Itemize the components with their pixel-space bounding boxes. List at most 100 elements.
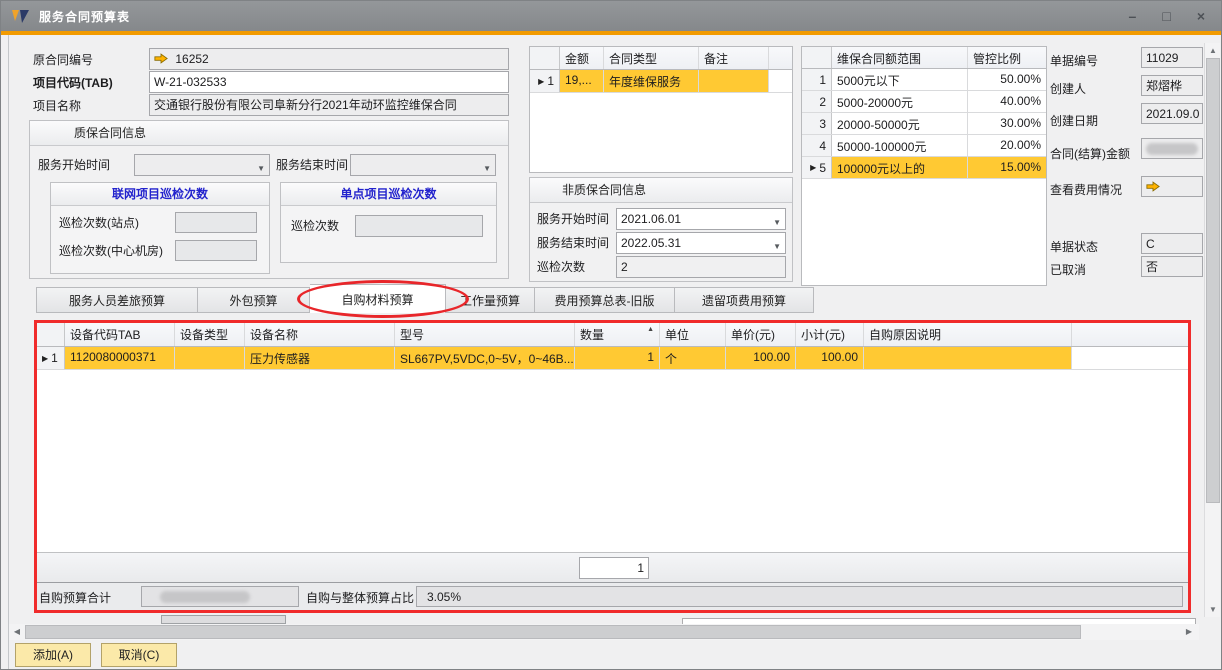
model-col-header[interactable]: 型号 — [395, 323, 575, 346]
code-cell[interactable]: 1120080000371 — [65, 347, 175, 369]
ratio-row[interactable]: 2 5000-20000元 40.00% — [802, 91, 1046, 113]
scroll-up-icon[interactable]: ▲ — [1205, 43, 1221, 58]
type-col-header[interactable]: 设备类型 — [175, 323, 245, 346]
project-code-label: 项目代码(TAB) — [33, 73, 113, 93]
unit-cell[interactable]: 个 — [660, 347, 726, 369]
budget-tabs: 服务人员差旅预算 外包预算 自购材料预算 工作量预算 费用预算总表-旧版 遗留项… — [36, 287, 814, 313]
contract-amount-field — [1141, 138, 1203, 159]
amount-col-header[interactable]: 金额 — [560, 47, 604, 69]
view-cost-label: 查看费用情况 — [1050, 180, 1122, 200]
view-cost-arrow-icon[interactable] — [1146, 179, 1160, 197]
nw-count-label: 巡检次数 — [537, 257, 585, 277]
range-col-header[interactable]: 维保合同额范围 — [832, 47, 968, 68]
qty-col-header[interactable]: 数量 ▲ — [575, 323, 660, 346]
chevron-down-icon[interactable]: ▼ — [483, 160, 491, 176]
name-cell[interactable]: 压力传感器 — [245, 347, 395, 369]
row-marker-icon: ▶ — [810, 163, 816, 172]
name-col-header[interactable]: 设备名称 — [245, 323, 395, 346]
warranty-group: 质保合同信息 服务开始时间 ▼ 服务结束时间 ▼ 联网项目巡检次数 巡检次数(站… — [29, 120, 509, 279]
reason-cell[interactable] — [864, 347, 1072, 369]
project-name-field: 交通银行股份有限公司阜新分行2021年动环监控维保合同 — [149, 94, 509, 116]
unit-col-header[interactable]: 单位 — [660, 323, 726, 346]
material-row[interactable]: ▶ 1 1120080000371 压力传感器 SL667PV,5VDC,0~5… — [37, 347, 1188, 370]
status-field: C — [1141, 233, 1203, 254]
nav-arrow-icon[interactable] — [154, 51, 168, 69]
scroll-left-icon[interactable]: ◀ — [9, 624, 25, 640]
amount-grid: 金额 合同类型 备注 ▶ 1 19,... 年度维保服务 — [529, 46, 793, 173]
amount-grid-corner — [530, 47, 560, 69]
network-field2-input — [175, 240, 257, 261]
nw-count-field: 2 — [616, 256, 786, 278]
warranty-end-dropdown[interactable]: ▼ — [350, 154, 496, 176]
ratio-row[interactable]: 4 50000-100000元 20.00% — [802, 135, 1046, 157]
note-cell[interactable] — [699, 70, 769, 92]
vertical-scroll-thumb[interactable] — [1206, 58, 1220, 503]
nw-end-dropdown[interactable]: 2022.05.31 ▼ — [616, 232, 786, 254]
single-field1-input — [355, 215, 483, 237]
orig-contract-label: 原合同编号 — [33, 50, 93, 70]
non-warranty-title: 非质保合同信息 — [530, 178, 792, 203]
type-cell[interactable]: 年度维保服务 — [604, 70, 699, 92]
nw-end-label: 服务结束时间 — [537, 233, 609, 253]
ratio-row[interactable]: 3 20000-50000元 30.00% — [802, 113, 1046, 135]
amount-grid-row[interactable]: ▶ 1 19,... 年度维保服务 — [530, 70, 792, 93]
qty-cell[interactable]: 1 — [575, 347, 660, 369]
view-cost-link[interactable] — [1141, 176, 1203, 197]
nw-start-label: 服务开始时间 — [537, 209, 609, 229]
maximize-icon[interactable]: □ — [1162, 9, 1170, 23]
redacted-value — [160, 591, 250, 603]
record-count-field[interactable]: 1 — [579, 557, 649, 579]
tab-travel-budget[interactable]: 服务人员差旅预算 — [36, 287, 198, 313]
scroll-down-icon[interactable]: ▼ — [1205, 602, 1221, 617]
price-col-header[interactable]: 单价(元) — [726, 323, 796, 346]
single-inspection-title: 单点项目巡检次数 — [281, 183, 496, 206]
type-col-header[interactable]: 合同类型 — [604, 47, 699, 69]
price-cell[interactable]: 100.00 — [726, 347, 796, 369]
project-code-field[interactable]: W-21-032533 — [149, 71, 509, 93]
network-field1-input — [175, 212, 257, 233]
model-cell[interactable]: SL667PV,5VDC,0~5V，0~46B... — [395, 347, 575, 369]
amount-cell[interactable]: 19,... — [560, 70, 604, 92]
accent-bar — [1, 31, 1222, 35]
network-field2-label: 巡检次数(中心机房) — [59, 241, 163, 261]
chevron-down-icon[interactable]: ▼ — [773, 214, 781, 230]
scroll-right-icon[interactable]: ▶ — [1181, 624, 1197, 640]
reason-col-header[interactable]: 自购原因说明 — [864, 323, 1072, 346]
orig-contract-field[interactable]: 16252 — [149, 48, 509, 70]
ratio-grid: 维保合同额范围 管控比例 1 5000元以下 50.00% 2 5000-200… — [801, 46, 1047, 286]
contract-amount-label: 合同(结算)金额 — [1050, 144, 1130, 164]
ratio-row-selected[interactable]: ▶ 5 100000元以上的 15.00% — [802, 157, 1046, 179]
ratio-col-header[interactable]: 管控比例 — [968, 47, 1046, 68]
horizontal-scrollbar[interactable]: ◀ ▶ — [9, 624, 1199, 640]
partial-element — [161, 615, 286, 624]
note-col-header[interactable]: 备注 — [699, 47, 769, 69]
chevron-down-icon[interactable]: ▼ — [257, 160, 265, 176]
cancelled-label: 已取消 — [1050, 260, 1086, 280]
tab-summary-old[interactable]: 费用预算总表-旧版 — [535, 287, 675, 313]
ratio-value-field: 3.05% — [416, 586, 1183, 607]
close-icon[interactable]: × — [1197, 9, 1205, 23]
material-grid-footer: 1 — [37, 552, 1188, 582]
network-inspection-title: 联网项目巡检次数 — [51, 183, 269, 206]
tab-self-purchase-budget[interactable]: 自购材料预算 — [310, 284, 446, 313]
subtotal-col-header[interactable]: 小计(元) — [796, 323, 864, 346]
tab-outsourcing-budget[interactable]: 外包预算 — [198, 287, 310, 313]
minimize-icon[interactable]: – — [1129, 9, 1137, 23]
vertical-scrollbar[interactable]: ▲ ▼ — [1204, 43, 1220, 617]
tab-legacy-budget[interactable]: 遗留项费用预算 — [675, 287, 814, 313]
status-label: 单据状态 — [1050, 237, 1098, 257]
code-col-header[interactable]: 设备代码TAB — [65, 323, 175, 346]
ratio-row[interactable]: 1 5000元以下 50.00% — [802, 69, 1046, 91]
cancel-button[interactable]: 取消(C) — [101, 643, 177, 667]
type-cell[interactable] — [175, 347, 245, 369]
project-name-label: 项目名称 — [33, 96, 81, 116]
warranty-start-dropdown[interactable]: ▼ — [134, 154, 270, 176]
horizontal-scroll-thumb[interactable] — [25, 625, 1081, 639]
tab-workload-budget[interactable]: 工作量预算 — [446, 287, 535, 313]
warranty-start-label: 服务开始时间 — [38, 155, 110, 175]
nw-start-dropdown[interactable]: 2021.06.01 ▼ — [616, 208, 786, 230]
subtotal-cell[interactable]: 100.00 — [796, 347, 864, 369]
sort-asc-icon: ▲ — [647, 326, 654, 343]
add-button[interactable]: 添加(A) — [15, 643, 91, 667]
chevron-down-icon[interactable]: ▼ — [773, 238, 781, 254]
